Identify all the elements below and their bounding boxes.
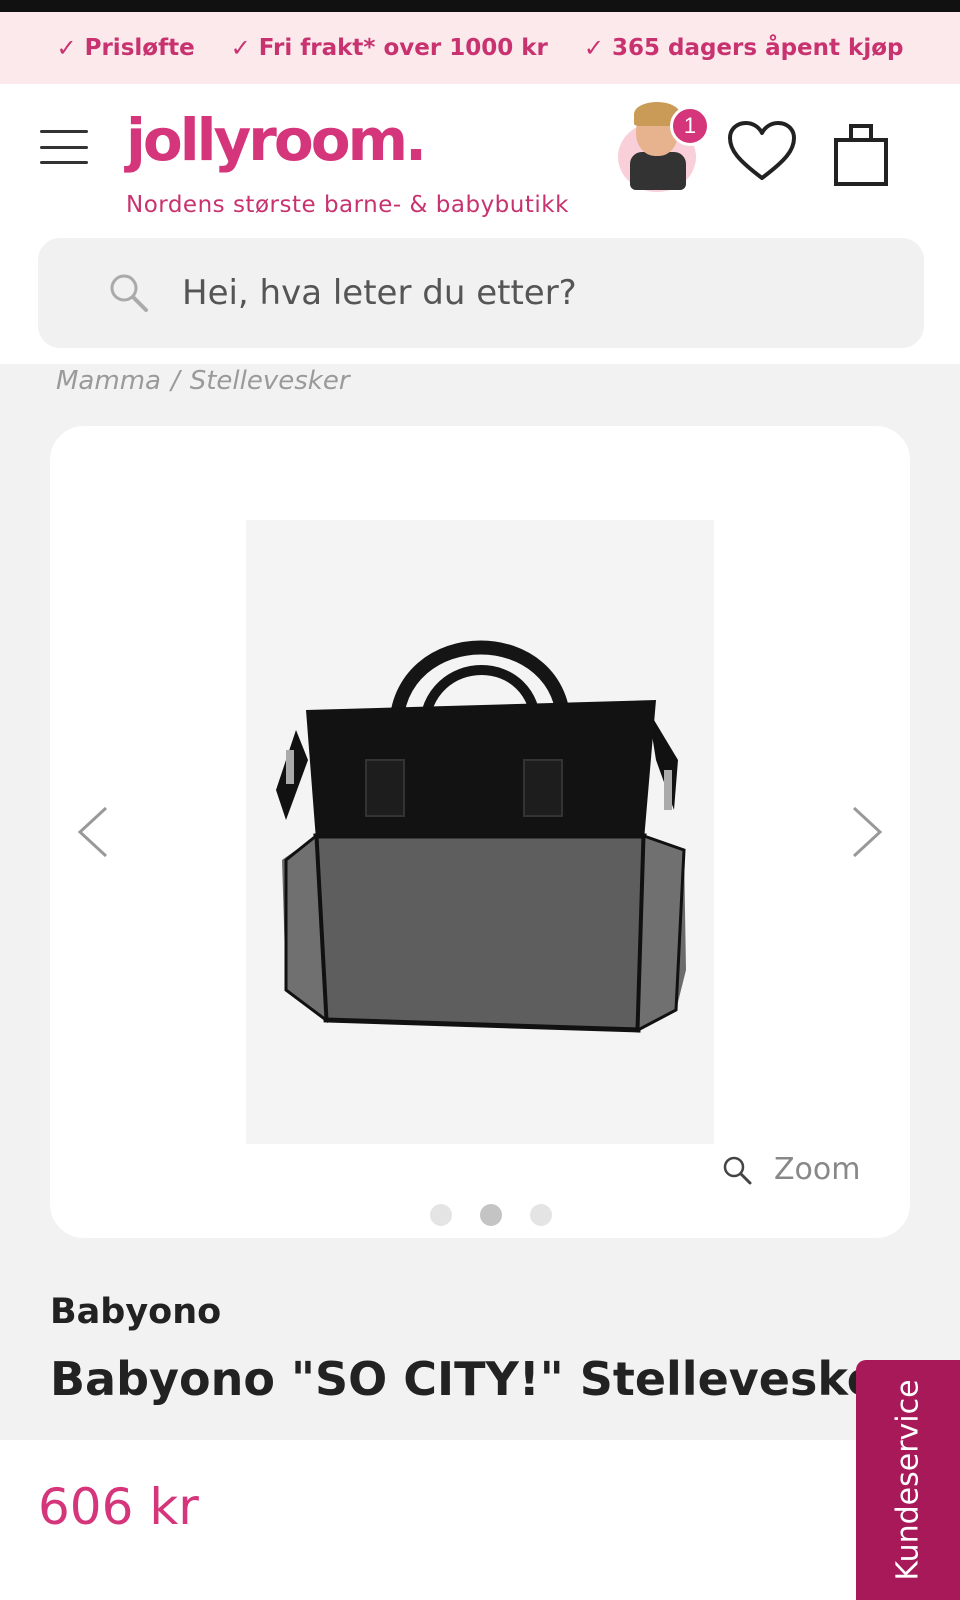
customer-service-button[interactable]: Kundeservice — [856, 1360, 960, 1600]
prev-image-chevron-icon[interactable] — [74, 802, 114, 862]
product-gallery: Zoom — [50, 426, 910, 1238]
notification-badge: 1 — [670, 106, 710, 146]
zoom-icon — [723, 1156, 752, 1184]
check-icon: ✓ — [230, 34, 251, 62]
customer-service-label: Kundeservice — [890, 1379, 926, 1581]
usp-label: Fri frakt* over 1000 kr — [258, 35, 548, 61]
usp-label: 365 dagers åpent kjøp — [611, 35, 904, 61]
gallery-dot[interactable] — [530, 1204, 552, 1226]
usp-item-free-shipping: ✓ Fri frakt* over 1000 kr — [231, 34, 548, 62]
product-title: Babyono "SO CITY!" Stelleveske, — [50, 1352, 870, 1406]
usp-label: Prisløfte — [84, 35, 195, 61]
check-icon: ✓ — [583, 34, 604, 62]
next-image-chevron-icon[interactable] — [846, 802, 886, 862]
usp-item-open-purchase: ✓ 365 dagers åpent kjøp — [584, 34, 904, 62]
gallery-dot[interactable] — [430, 1204, 452, 1226]
status-bar — [0, 0, 960, 12]
site-header: jollyroom. Nordens største barne- & baby… — [0, 84, 960, 364]
search-bar — [38, 238, 924, 348]
gallery-pagination — [430, 1204, 552, 1226]
menu-icon[interactable] — [40, 130, 88, 164]
search-input[interactable] — [182, 268, 882, 318]
usp-item-price-promise: ✓ Prisløfte — [57, 34, 195, 62]
cart-bag-icon[interactable] — [832, 120, 890, 188]
search-icon — [110, 274, 148, 312]
gallery-dot-active[interactable] — [480, 1204, 502, 1226]
product-image[interactable] — [246, 520, 714, 1144]
breadcrumb-item-stellevesker[interactable]: Stellevesker — [190, 366, 350, 396]
sticky-price-bar: 606 kr — [0, 1440, 960, 1600]
wishlist-heart-icon[interactable] — [726, 120, 798, 184]
breadcrumb-item-mamma[interactable]: Mamma — [56, 366, 161, 396]
zoom-button[interactable]: Zoom — [722, 1152, 860, 1187]
product-brand[interactable]: Babyono — [50, 1292, 221, 1332]
zoom-label: Zoom — [774, 1152, 861, 1187]
tagline: Nordens største barne- & babybutikk — [126, 192, 569, 218]
logo[interactable]: jollyroom. — [126, 106, 427, 174]
product-price: 606 kr — [38, 1478, 199, 1536]
usp-bar: ✓ Prisløfte ✓ Fri frakt* over 1000 kr ✓ … — [0, 12, 960, 84]
check-icon: ✓ — [56, 34, 77, 62]
breadcrumb: Mamma / Stellevesker — [56, 366, 350, 396]
breadcrumb-separator: / — [170, 366, 180, 396]
